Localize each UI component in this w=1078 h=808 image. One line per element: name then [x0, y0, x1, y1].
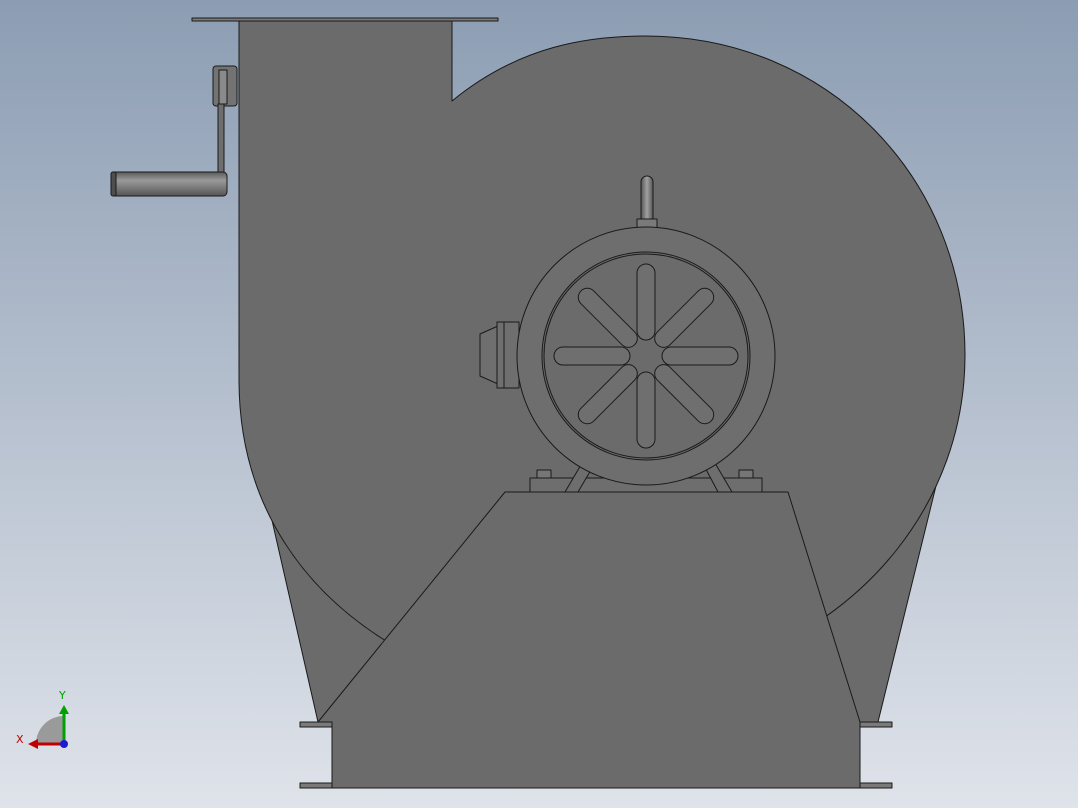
motor-terminal-box[interactable]	[479, 325, 499, 385]
lifting-eye[interactable]	[640, 175, 654, 225]
slot-right	[661, 346, 739, 366]
terminal-box-flange[interactable]	[496, 321, 520, 389]
graphics-viewport[interactable]: X Y	[0, 0, 1078, 808]
model-view[interactable]	[0, 0, 1078, 808]
mount-bolt-right[interactable]	[738, 469, 754, 479]
damper-handle[interactable]	[110, 171, 228, 197]
mount-bolt-left[interactable]	[536, 469, 552, 479]
triad-x-label: X	[16, 733, 24, 746]
right-foot-flange-bottom[interactable]	[859, 782, 893, 789]
left-foot-flange-top[interactable]	[299, 721, 333, 728]
left-foot-flange-bottom[interactable]	[299, 782, 333, 789]
damper-handle-end	[110, 171, 117, 197]
slot-bottom	[636, 371, 656, 449]
triad-y-label: Y	[59, 689, 66, 702]
triad-z-axis	[60, 740, 68, 748]
slot-top	[636, 263, 656, 341]
slot-left	[553, 346, 631, 366]
right-foot-flange-top[interactable]	[859, 721, 893, 728]
damper-bracket-inner	[218, 69, 228, 105]
